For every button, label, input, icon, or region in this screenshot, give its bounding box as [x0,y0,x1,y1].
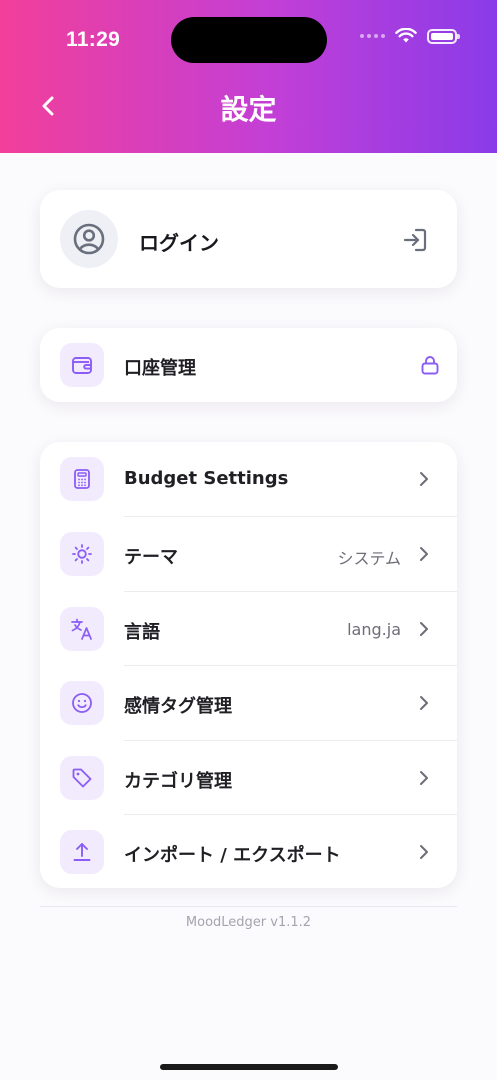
settings-item-label: カテゴリ管理 [124,771,232,792]
footer-divider [40,906,457,907]
app-version: MoodLedger v1.1.2 [185,915,312,930]
settings-item-label: 言語 [124,622,160,643]
chevron-right-icon [420,547,428,561]
settings-list-card: Budget Settings テーマ システム 言語 lang.ja 感情タグ… [40,442,457,888]
settings-item-import-export[interactable]: インポート / エクスポート [40,815,457,889]
status-time: 11:29 [66,28,121,51]
translate-icon [60,607,104,651]
settings-item-budget[interactable]: Budget Settings [40,442,457,516]
settings-item-value: システム [337,549,401,568]
settings-item-label: テーマ [124,547,178,568]
signal-icon [360,34,385,38]
tag-icon [60,756,104,800]
chevron-right-icon [420,696,428,710]
home-indicator[interactable] [160,1064,338,1070]
settings-item-theme[interactable]: テーマ システム [40,517,457,591]
status-icons [360,28,460,44]
account-management-label: 口座管理 [124,358,196,379]
settings-item-emotion-tags[interactable]: 感情タグ管理 [40,666,457,740]
settings-item-label: インポート / エクスポート [124,845,341,866]
settings-item-language[interactable]: 言語 lang.ja [40,592,457,666]
chevron-right-icon [420,845,428,859]
smiley-icon [60,681,104,725]
chevron-right-icon [420,472,428,486]
settings-item-label: 感情タグ管理 [124,696,232,717]
calculator-icon [60,457,104,501]
dynamic-island [171,17,327,63]
login-label: ログイン [139,231,219,255]
login-card[interactable]: ログイン [40,190,457,288]
wallet-icon [60,343,104,387]
app-header: 11:29 設定 [0,0,497,153]
chevron-right-icon [420,771,428,785]
battery-icon [427,28,460,44]
settings-item-value: lang.ja [347,620,401,639]
lock-icon [421,356,439,375]
chevron-right-icon [420,622,428,636]
account-management-card[interactable]: 口座管理 [40,328,457,402]
login-arrow-icon[interactable] [401,226,429,254]
settings-item-label: Budget Settings [124,468,289,489]
page-title: 設定 [220,93,277,126]
sun-icon [60,532,104,576]
settings-item-categories[interactable]: カテゴリ管理 [40,741,457,815]
upload-icon [60,830,104,874]
wifi-icon [395,28,417,43]
user-circle-icon [60,210,118,268]
